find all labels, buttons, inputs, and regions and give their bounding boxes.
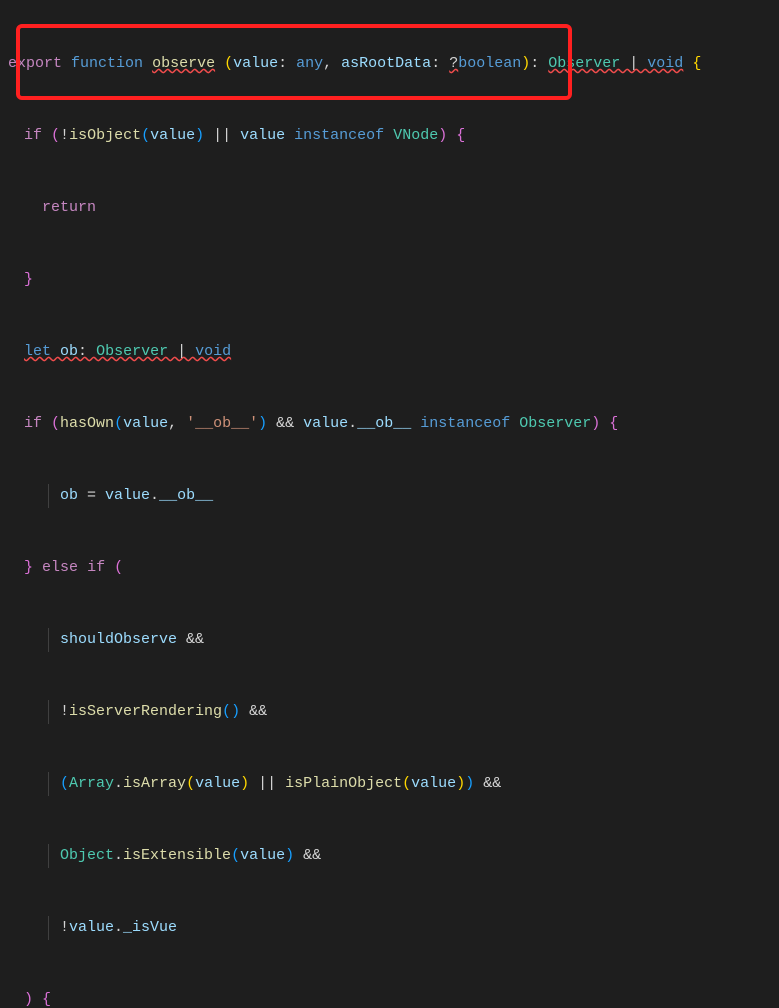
string-ob: '__ob__' xyxy=(186,412,258,436)
code-line: Object.isExtensible(value) && xyxy=(0,844,779,868)
function-name: observe xyxy=(152,52,215,76)
code-line: export function observe (value: any, asR… xyxy=(0,52,779,76)
keyword-let: let xyxy=(24,340,51,364)
fn-isServerRendering: isServerRendering xyxy=(69,700,222,724)
keyword-else: else xyxy=(42,556,78,580)
code-line: let ob: Observer | void xyxy=(0,340,779,364)
code-line: } xyxy=(0,268,779,292)
type-array: Array xyxy=(69,772,114,796)
fn-isPlainObject: isPlainObject xyxy=(285,772,402,796)
code-line: (Array.isArray(value) || isPlainObject(v… xyxy=(0,772,779,796)
code-line: return xyxy=(0,196,779,220)
type-observer: Observer xyxy=(519,412,591,436)
keyword-if: if xyxy=(24,412,42,436)
code-line: } else if ( xyxy=(0,556,779,580)
param-value: value xyxy=(233,52,278,76)
type-object: Object xyxy=(60,844,114,868)
code-line: if (!isObject(value) || value instanceof… xyxy=(0,124,779,148)
code-line: ob = value.__ob__ xyxy=(0,484,779,508)
keyword-if: if xyxy=(24,124,42,148)
code-line: !isServerRendering() && xyxy=(0,700,779,724)
code-line: shouldObserve && xyxy=(0,628,779,652)
keyword-export: export xyxy=(8,52,62,76)
code-line: ) { xyxy=(0,988,779,1008)
code-editor[interactable]: export function observe (value: any, asR… xyxy=(0,0,779,1008)
keyword-instanceof: instanceof xyxy=(294,124,384,148)
var-shouldObserve: shouldObserve xyxy=(60,628,177,652)
prop-isVue: _isVue xyxy=(123,916,177,940)
code-line: if (hasOwn(value, '__ob__') && value.__o… xyxy=(0,412,779,436)
code-line: !value._isVue xyxy=(0,916,779,940)
type-vnode: VNode xyxy=(393,124,438,148)
var-ob: ob xyxy=(60,340,78,364)
return-type: Observer xyxy=(548,52,620,76)
param-asRootData: asRootData xyxy=(341,52,431,76)
keyword-function: function xyxy=(71,52,143,76)
keyword-return: return xyxy=(42,196,96,220)
fn-hasOwn: hasOwn xyxy=(60,412,114,436)
fn-isObject: isObject xyxy=(69,124,141,148)
